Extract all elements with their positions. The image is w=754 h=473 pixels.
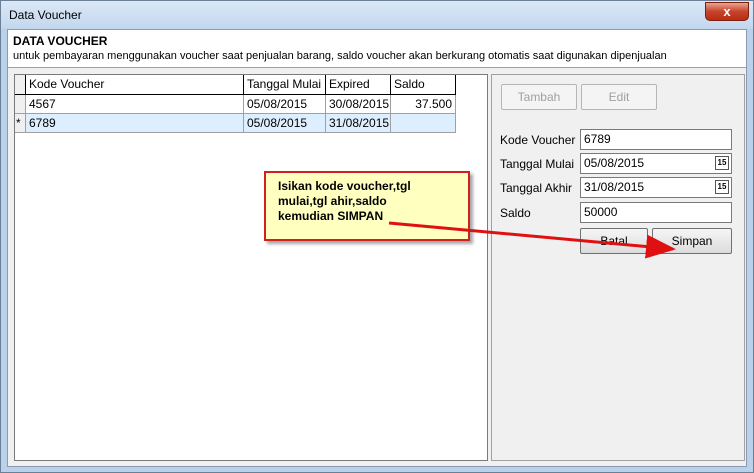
cell-kode[interactable]: 6789	[26, 114, 244, 133]
batal-button[interactable]: Batal	[580, 228, 648, 254]
saldo-field[interactable]: 50000	[580, 202, 732, 223]
saldo-label: Saldo	[500, 206, 531, 220]
tanggal-akhir-label: Tanggal Akhir	[500, 181, 573, 195]
calendar-icon[interactable]: 15	[715, 180, 729, 194]
callout-line: kemudian SIMPAN	[278, 209, 384, 223]
client-area: DATA VOUCHER untuk pembayaran menggunaka…	[7, 29, 747, 467]
edit-button[interactable]: Edit	[581, 84, 657, 110]
tambah-button[interactable]: Tambah	[501, 84, 577, 110]
close-button[interactable]: x	[705, 2, 749, 21]
header-panel: DATA VOUCHER untuk pembayaran menggunaka…	[8, 30, 746, 68]
tanggal-mulai-label: Tanggal Mulai	[500, 157, 575, 171]
row-indicator	[15, 95, 26, 114]
cell-expired[interactable]: 30/08/2015	[326, 95, 391, 114]
grid-header: Kode Voucher Tanggal Mulai Expired Saldo	[15, 75, 487, 95]
header-indicator	[15, 75, 26, 95]
page-description: untuk pembayaran menggunakan voucher saa…	[13, 50, 667, 62]
form-panel: Tambah Edit Kode Voucher 6789 Tanggal Mu…	[491, 74, 745, 461]
voucher-grid[interactable]: Kode Voucher Tanggal Mulai Expired Saldo…	[14, 74, 488, 461]
instruction-callout: Isikan kode voucher,tgl mulai,tgl ahir,s…	[264, 171, 470, 241]
column-header-expired[interactable]: Expired	[326, 75, 391, 95]
callout-line: Isikan kode voucher,tgl	[278, 179, 411, 193]
title-bar[interactable]: Data Voucher x	[1, 1, 753, 29]
calendar-icon[interactable]: 15	[715, 156, 729, 170]
kode-voucher-label: Kode Voucher	[500, 133, 576, 147]
row-indicator: *	[15, 114, 26, 133]
cell-saldo[interactable]: 37.500	[391, 95, 456, 114]
column-header-tanggal-mulai[interactable]: Tanggal Mulai	[244, 75, 326, 95]
cell-kode[interactable]: 4567	[26, 95, 244, 114]
cell-tanggal-mulai[interactable]: 05/08/2015	[244, 114, 326, 133]
simpan-button[interactable]: Simpan	[652, 228, 732, 254]
column-header-saldo[interactable]: Saldo	[391, 75, 456, 95]
kode-voucher-field[interactable]: 6789	[580, 129, 732, 150]
column-header-kode[interactable]: Kode Voucher	[26, 75, 244, 95]
callout-line: mulai,tgl ahir,saldo	[278, 194, 387, 208]
window-title: Data Voucher	[9, 8, 82, 22]
close-icon: x	[723, 4, 731, 19]
cell-saldo[interactable]	[391, 114, 456, 133]
tanggal-mulai-picker[interactable]: 05/08/2015 15	[580, 153, 732, 174]
cell-expired[interactable]: 31/08/2015	[326, 114, 391, 133]
tanggal-mulai-value: 05/08/2015	[584, 156, 645, 170]
tanggal-akhir-picker[interactable]: 31/08/2015 15	[580, 177, 732, 198]
tanggal-akhir-value: 31/08/2015	[584, 180, 645, 194]
window: Data Voucher x DATA VOUCHER untuk pembay…	[0, 0, 754, 473]
cell-tanggal-mulai[interactable]: 05/08/2015	[244, 95, 326, 114]
page-title: DATA VOUCHER	[13, 34, 108, 48]
